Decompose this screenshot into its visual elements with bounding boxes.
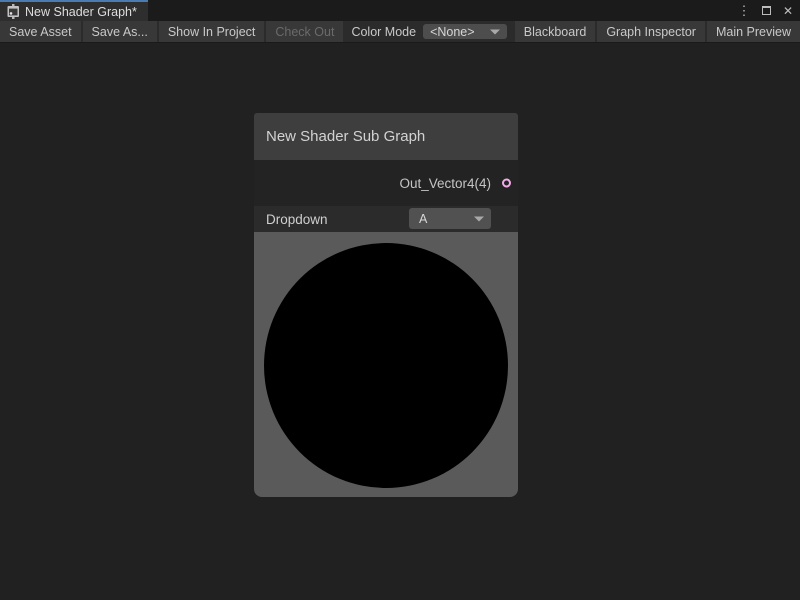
- node-title: New Shader Sub Graph: [266, 128, 425, 145]
- output-port-row: Out_Vector4(4): [254, 160, 518, 206]
- tab-new-shader-graph[interactable]: New Shader Graph*: [0, 0, 148, 21]
- vector4-port-icon[interactable]: [502, 179, 511, 188]
- window-menu-icon[interactable]: ⋮: [736, 3, 752, 19]
- save-asset-button[interactable]: Save Asset: [0, 21, 81, 42]
- dropdown-property-label: Dropdown: [266, 212, 328, 227]
- node-title-bar[interactable]: New Shader Sub Graph: [254, 113, 518, 160]
- window-controls: ⋮ ✕: [736, 0, 796, 21]
- shader-preview-area[interactable]: [254, 232, 518, 497]
- color-mode-value: <None>: [430, 25, 474, 39]
- graph-canvas[interactable]: New Shader Sub Graph Out_Vector4(4) Drop…: [0, 44, 800, 600]
- blackboard-toggle-button[interactable]: Blackboard: [515, 21, 596, 42]
- sub-graph-output-node[interactable]: New Shader Sub Graph Out_Vector4(4) Drop…: [254, 113, 518, 497]
- color-mode-dropdown[interactable]: <None>: [423, 24, 507, 39]
- maximize-box-glyph: [762, 6, 771, 15]
- chevron-down-icon: [474, 216, 484, 221]
- title-bar: New Shader Graph* ⋮ ✕: [0, 0, 800, 21]
- tab-title: New Shader Graph*: [25, 5, 137, 19]
- shader-graph-icon: [6, 4, 20, 19]
- toolbar: Save Asset Save As... Show In Project Ch…: [0, 21, 800, 43]
- chevron-down-icon: [490, 29, 500, 34]
- output-port-label: Out_Vector4(4): [399, 176, 491, 191]
- check-out-button: Check Out: [266, 21, 343, 42]
- save-as-button[interactable]: Save As...: [83, 21, 157, 42]
- dropdown-property-row: Dropdown A: [254, 206, 518, 232]
- show-in-project-button[interactable]: Show In Project: [159, 21, 265, 42]
- dropdown-value-select[interactable]: A: [409, 208, 491, 229]
- dropdown-selected-value: A: [419, 212, 427, 226]
- close-icon[interactable]: ✕: [780, 3, 796, 19]
- color-mode-label: Color Mode: [345, 21, 423, 42]
- preview-sphere: [264, 243, 508, 488]
- maximize-icon[interactable]: [758, 3, 774, 19]
- graph-inspector-toggle-button[interactable]: Graph Inspector: [597, 21, 705, 42]
- main-preview-toggle-button[interactable]: Main Preview: [707, 21, 800, 42]
